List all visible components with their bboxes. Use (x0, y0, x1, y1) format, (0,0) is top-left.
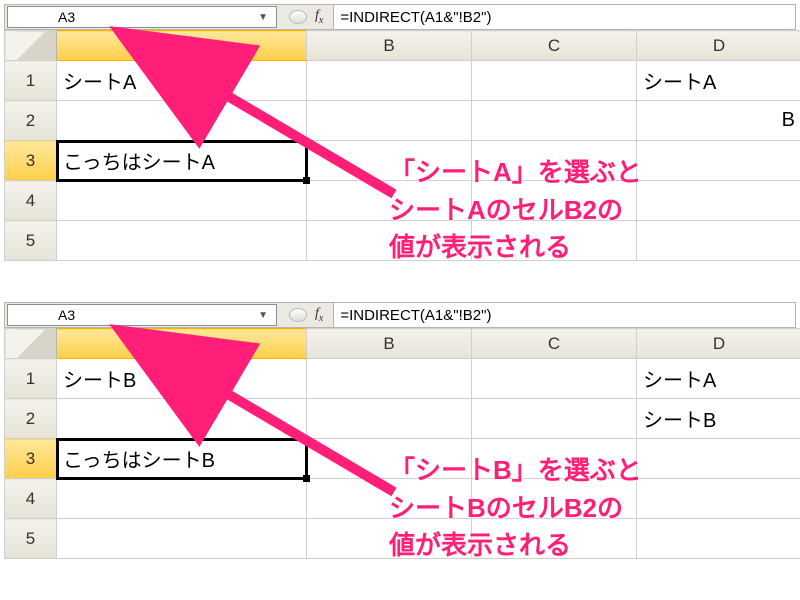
cell-D2[interactable]: B (637, 101, 800, 141)
cell-A1[interactable]: シートB (57, 359, 307, 399)
col-header-C[interactable]: C (472, 329, 637, 359)
cell-A2[interactable] (57, 101, 307, 141)
select-all-corner[interactable] (5, 31, 57, 61)
cell-D3[interactable] (637, 141, 800, 181)
spreadsheet-grid-top[interactable]: A B C D 1 シートA シートA 2 B 3 こっちはシート (4, 30, 796, 261)
row-header-1[interactable]: 1 (5, 359, 57, 399)
cell-B1[interactable] (307, 61, 472, 101)
cell-C3[interactable] (472, 141, 637, 181)
cell-C2[interactable] (472, 399, 637, 439)
cancel-icon[interactable] (289, 10, 307, 24)
row-header-5[interactable]: 5 (5, 519, 57, 559)
col-header-B[interactable]: B (307, 329, 472, 359)
cell-A3[interactable]: こっちはシートA (57, 141, 307, 181)
formula-text: =INDIRECT(A1&"!B2") (340, 9, 491, 26)
cell-D2[interactable]: シートB (637, 399, 800, 439)
row-header-5[interactable]: 5 (5, 221, 57, 261)
row-header-2[interactable]: 2 (5, 101, 57, 141)
cell-C1[interactable] (472, 359, 637, 399)
name-box-value: A3 (58, 9, 75, 25)
cell-A4[interactable] (57, 181, 307, 221)
cell-A2[interactable] (57, 399, 307, 439)
row-header-2[interactable]: 2 (5, 399, 57, 439)
name-box-value: A3 (58, 307, 75, 323)
col-header-D[interactable]: D (637, 329, 800, 359)
row-header-3[interactable]: 3 (5, 141, 57, 181)
row-header-1[interactable]: 1 (5, 61, 57, 101)
row-header-3[interactable]: 3 (5, 439, 57, 479)
chevron-down-icon[interactable]: ▼ (254, 310, 272, 321)
cell-A3[interactable]: こっちはシートB (57, 439, 307, 479)
cancel-icon[interactable] (289, 308, 307, 322)
cell-C2[interactable] (472, 101, 637, 141)
cell-C3[interactable] (472, 439, 637, 479)
row-header-4[interactable]: 4 (5, 479, 57, 519)
name-box[interactable]: A3 ▼ (7, 6, 277, 28)
row-header-4[interactable]: 4 (5, 181, 57, 221)
select-all-corner[interactable] (5, 329, 57, 359)
cell-B2[interactable] (307, 399, 472, 439)
spreadsheet-grid-bottom[interactable]: A B C D 1 シートB シートA 2 シートB 3 こっちは (4, 328, 796, 559)
formula-buttons: fx (279, 303, 333, 327)
panel-top: A3 ▼ fx =INDIRECT(A1&"!B2") A B C D 1 (4, 4, 796, 302)
name-box[interactable]: A3 ▼ (7, 304, 277, 326)
formula-bar: A3 ▼ fx =INDIRECT(A1&"!B2") (4, 4, 796, 30)
formula-buttons: fx (279, 5, 333, 29)
cell-B2[interactable] (307, 101, 472, 141)
cell-B3[interactable] (307, 439, 472, 479)
cell-A1[interactable]: シートA (57, 61, 307, 101)
formula-bar: A3 ▼ fx =INDIRECT(A1&"!B2") (4, 302, 796, 328)
cell-B1[interactable] (307, 359, 472, 399)
formula-input[interactable]: =INDIRECT(A1&"!B2") (333, 5, 795, 29)
col-header-D[interactable]: D (637, 31, 800, 61)
col-header-B[interactable]: B (307, 31, 472, 61)
fx-icon[interactable]: fx (315, 306, 323, 324)
cell-C1[interactable] (472, 61, 637, 101)
formula-input[interactable]: =INDIRECT(A1&"!B2") (333, 303, 795, 327)
chevron-down-icon[interactable]: ▼ (254, 12, 272, 23)
col-header-C[interactable]: C (472, 31, 637, 61)
cell-B3[interactable] (307, 141, 472, 181)
cell-D1[interactable]: シートA (637, 61, 800, 101)
cell-A5[interactable] (57, 221, 307, 261)
cell-A4[interactable] (57, 479, 307, 519)
cell-A5[interactable] (57, 519, 307, 559)
formula-text: =INDIRECT(A1&"!B2") (340, 307, 491, 324)
cell-D1[interactable]: シートA (637, 359, 800, 399)
cell-D3[interactable] (637, 439, 800, 479)
fx-icon[interactable]: fx (315, 8, 323, 26)
panel-bottom: A3 ▼ fx =INDIRECT(A1&"!B2") A B C D 1 (4, 302, 796, 600)
col-header-A[interactable]: A (57, 329, 307, 359)
col-header-A[interactable]: A (57, 31, 307, 61)
